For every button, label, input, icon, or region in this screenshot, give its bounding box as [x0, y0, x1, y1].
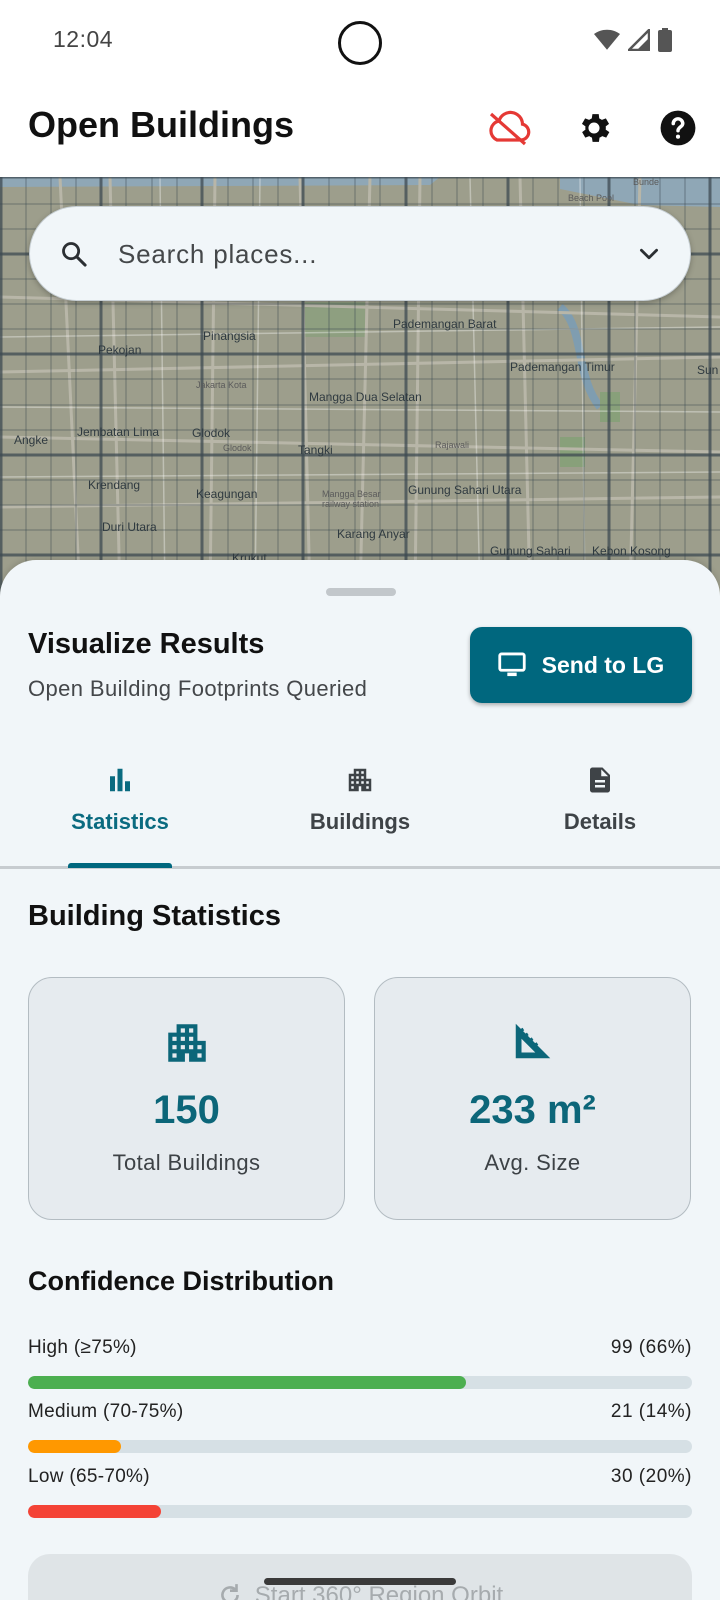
map-label: Tangki	[298, 443, 333, 457]
tab-details[interactable]: Details	[480, 745, 720, 865]
confidence-track	[28, 1440, 692, 1453]
map-label: Gunung Sahari Utara	[408, 483, 522, 497]
total-buildings-value: 150	[153, 1088, 220, 1132]
confidence-label: Medium (70-75%)	[28, 1401, 184, 1422]
apartment-icon	[167, 1024, 206, 1062]
monitor-icon	[498, 652, 526, 677]
status-icons	[594, 28, 672, 52]
total-buildings-label: Total Buildings	[112, 1150, 261, 1175]
map-label: Mangga Besar railway station	[322, 489, 381, 509]
settings-icon	[581, 114, 610, 142]
map-label: Pinangsia	[203, 329, 256, 343]
map-label: Karang Anyar	[337, 527, 410, 541]
confidence-label: High (≥75%)	[28, 1337, 137, 1358]
search-bar[interactable]	[29, 206, 691, 301]
tab-buildings-label: Buildings	[309, 809, 411, 834]
confidence-row-high: High (≥75%) 99 (66%)	[28, 1337, 692, 1389]
refresh-icon	[220, 1584, 239, 1600]
start-orbit-button[interactable]: Start 360° Region Orbit	[28, 1554, 692, 1600]
sheet-subtitle: Open Building Footprints Queried	[28, 676, 368, 701]
confidence-value: 21 (14%)	[610, 1401, 692, 1422]
camera-cutout	[338, 21, 382, 65]
send-to-lg-label: Send to LG	[541, 651, 665, 678]
map-label: Keagungan	[196, 487, 258, 501]
tab-statistics[interactable]: Statistics	[0, 745, 240, 865]
signal-icon	[628, 29, 650, 51]
building-statistics-title: Building Statistics	[28, 900, 281, 932]
document-icon	[590, 767, 610, 793]
confidence-label: Low (65-70%)	[28, 1466, 150, 1487]
search-icon	[62, 242, 87, 267]
help-icon	[660, 110, 696, 146]
drag-handle[interactable]	[326, 588, 396, 596]
bar-chart-icon	[110, 768, 130, 792]
map-label: Jembatan Lima	[77, 425, 160, 439]
settings-button[interactable]	[570, 104, 618, 152]
confidence-bar-high	[28, 1376, 467, 1389]
confidence-value: 30 (20%)	[610, 1466, 692, 1487]
map-label: Glodok	[192, 426, 231, 440]
map-label: Beach Pool	[568, 193, 615, 203]
tab-indicator	[68, 863, 172, 868]
map-label: Duri Utara	[102, 520, 157, 534]
avg-size-label: Avg. Size	[484, 1150, 581, 1175]
tab-details-label: Details	[563, 809, 637, 834]
map-label: Bunde	[633, 177, 660, 187]
status-bar: 12:04	[0, 0, 720, 80]
map-label: Sun	[697, 363, 719, 377]
tab-statistics-label: Statistics	[71, 809, 169, 834]
cloud-off-button[interactable]	[484, 104, 532, 152]
confidence-row-low: Low (65-70%) 30 (20%)	[28, 1466, 692, 1518]
avg-size-value: 233 m²	[469, 1088, 596, 1132]
cloud-off-icon	[489, 110, 531, 146]
map-label: Glodok	[223, 443, 252, 453]
results-sheet: Visualize Results Open Building Footprin…	[0, 560, 720, 1600]
map-label: Mangga Dua Selatan	[309, 390, 422, 404]
app-title: Open Buildings	[28, 104, 294, 145]
confidence-bar-medium	[28, 1440, 121, 1453]
map-label: Pademangan Timur	[510, 360, 615, 374]
tab-buildings[interactable]: Buildings	[240, 745, 480, 865]
avg-size-card: 233 m² Avg. Size	[374, 977, 691, 1220]
help-button[interactable]	[654, 104, 702, 152]
map-label: Rajawali	[435, 440, 470, 450]
battery-icon	[658, 28, 672, 52]
search-input[interactable]	[118, 227, 618, 281]
total-buildings-card: 150 Total Buildings	[28, 977, 345, 1220]
map-label: Angke	[14, 433, 49, 447]
sheet-title: Visualize Results	[28, 628, 265, 660]
map-label: Gunung Sahari	[490, 544, 571, 558]
confidence-bar-low	[28, 1505, 161, 1518]
confidence-row-medium: Medium (70-75%) 21 (14%)	[28, 1401, 692, 1453]
map-label: Krendang	[88, 478, 141, 492]
square-foot-icon	[515, 1023, 550, 1059]
confidence-track	[28, 1376, 692, 1389]
map-label: Pademangan Barat	[393, 317, 497, 331]
map-label: Kebon Kosong	[592, 544, 671, 558]
confidence-distribution-title: Confidence Distribution	[28, 1266, 334, 1296]
send-to-lg-button[interactable]: Send to LG	[470, 627, 692, 703]
confidence-track	[28, 1505, 692, 1518]
map-label: Jakarta Kota	[196, 380, 247, 390]
status-time: 12:04	[53, 26, 114, 52]
app-bar: Open Buildings	[0, 80, 720, 177]
chevron-down-icon[interactable]	[636, 241, 662, 267]
home-indicator[interactable]	[264, 1578, 456, 1585]
wifi-icon	[594, 29, 620, 50]
result-tabs: Statistics Buildings Details	[0, 745, 720, 869]
confidence-value: 99 (66%)	[610, 1337, 692, 1358]
apartment-icon	[348, 768, 372, 792]
map-label: Pekojan	[98, 343, 142, 357]
